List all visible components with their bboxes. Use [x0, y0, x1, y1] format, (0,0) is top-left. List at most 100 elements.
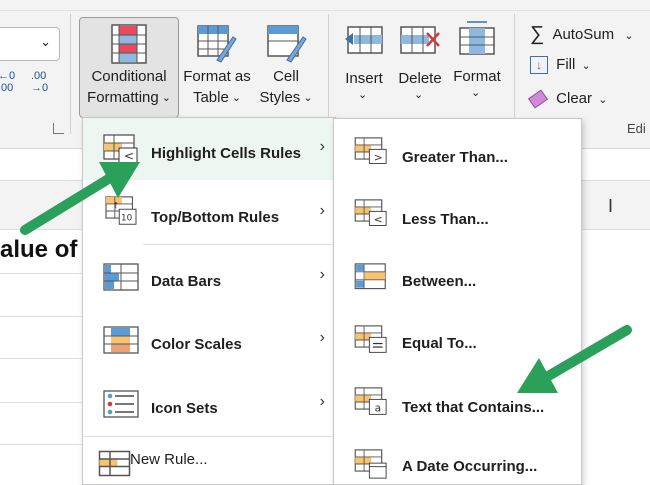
chevron-right-icon: › — [319, 266, 325, 283]
cs-label-line1: Cell — [273, 68, 299, 85]
increase-decimal-button[interactable]: .00 →0 — [31, 70, 57, 98]
svg-text:<: < — [374, 214, 383, 226]
annotation-arrow-left — [20, 162, 140, 235]
row-gridline — [0, 316, 90, 317]
autosum-button[interactable]: ∑ AutoSum ⌄ — [530, 22, 645, 46]
cf-label-line1: Conditional — [91, 68, 167, 85]
format-as-table-icon — [197, 25, 237, 63]
column-marker: I — [608, 196, 614, 216]
format-button[interactable]: Format ⌄ — [451, 20, 503, 106]
menu-item-new-rule[interactable]: New Rule... — [83, 438, 335, 482]
menu-item-label: Data Bars — [151, 273, 222, 290]
chevron-down-icon: ⌄ — [358, 89, 368, 101]
eraser-icon — [528, 89, 548, 109]
menu-item-label: Equal To... — [402, 335, 477, 352]
svg-text:>: > — [374, 152, 383, 164]
menu-item-label: Top/Bottom Rules — [151, 209, 280, 226]
menu-item-a-date-occurring[interactable]: A Date Occurring... — [334, 437, 581, 483]
chevron-down-icon: ⌄ — [471, 87, 481, 99]
menu-item-label: Color Scales — [151, 336, 242, 353]
chevron-right-icon: › — [319, 329, 325, 346]
equal-to-icon — [354, 325, 387, 353]
data-bars-icon — [103, 263, 139, 291]
ribbon-top-strip — [0, 0, 650, 11]
cf-label-text: Formatting — [87, 89, 159, 106]
conditional-formatting-button[interactable]: Conditional Formatting ⌄ — [79, 17, 179, 118]
menu-item-color-scales[interactable]: Color Scales › — [83, 310, 335, 370]
new-rule-icon — [98, 450, 131, 477]
delete-cells-icon — [400, 26, 440, 54]
autosum-label: AutoSum — [552, 26, 615, 43]
cell-styles-icon — [267, 25, 307, 63]
greater-than-icon: > — [354, 137, 387, 164]
clear-button[interactable]: Clear ⌄ — [528, 89, 620, 114]
icon-sets-icon — [103, 390, 139, 418]
date-occurring-icon — [354, 449, 387, 479]
insert-cells-icon — [345, 26, 383, 54]
fat-label-line1: Format as — [183, 68, 251, 85]
conditional-formatting-icon — [111, 24, 147, 64]
menu-item-greater-than[interactable]: > Greater Than... — [334, 127, 581, 187]
chevron-down-icon: ⌄ — [303, 92, 313, 104]
fill-down-icon: ↓ — [530, 56, 548, 75]
group-separator — [328, 14, 329, 134]
format-label: Format — [453, 68, 501, 85]
chevron-down-icon: ⌄ — [581, 60, 591, 72]
chevron-right-icon: › — [319, 393, 325, 410]
number-format-dropdown[interactable]: ⌄ — [0, 27, 60, 61]
fat-label-line2: Table ⌄ — [180, 87, 254, 110]
menu-item-less-than[interactable]: < Less Than... — [334, 189, 581, 249]
text-contains-icon: a — [354, 387, 387, 415]
menu-item-data-bars[interactable]: Data Bars › — [83, 246, 335, 306]
menu-item-label: Greater Than... — [402, 149, 508, 166]
chevron-down-icon: ⌄ — [598, 94, 608, 106]
menu-item-label: A Date Occurring... — [402, 458, 538, 475]
delete-button[interactable]: Delete ⌄ — [394, 20, 446, 106]
less-than-icon: < — [354, 199, 387, 226]
chevron-down-icon: ⌄ — [40, 34, 51, 49]
row-gridline — [0, 402, 90, 403]
dialog-launcher-icon[interactable] — [53, 123, 64, 134]
format-as-table-button[interactable]: Format as Table ⌄ — [180, 20, 254, 116]
chevron-down-icon: ⌄ — [414, 89, 424, 101]
menu-item-icon-sets[interactable]: Icon Sets › — [83, 374, 335, 434]
annotation-arrow-right — [517, 325, 632, 393]
decimal-text: .00 — [0, 82, 14, 94]
menu-item-between[interactable]: Between... — [334, 251, 581, 311]
fat-label-text: Table — [192, 89, 229, 106]
editing-group-label: Edi — [627, 121, 646, 136]
menu-divider — [143, 244, 333, 245]
menu-item-label: New Rule... — [130, 451, 208, 468]
chevron-down-icon: ⌄ — [624, 30, 634, 42]
color-scales-icon — [103, 326, 139, 354]
clear-label: Clear — [556, 90, 593, 107]
fill-button[interactable]: ↓ Fill ⌄ — [530, 56, 610, 80]
decimal-digit: 0 — [42, 82, 49, 94]
fill-label: Fill — [556, 56, 576, 73]
chevron-right-icon: › — [319, 138, 325, 155]
cs-label-line2: Styles ⌄ — [255, 87, 317, 110]
highlight-cells-rules-submenu: > Greater Than... < Less Than... Between… — [333, 118, 582, 485]
cf-label-line2: Formatting ⌄ — [80, 87, 178, 110]
delete-label: Delete — [398, 70, 442, 87]
row-gridline — [0, 444, 90, 445]
decrease-decimal-button[interactable]: ←0 .00 — [0, 70, 22, 98]
cs-label-text: Styles — [259, 89, 301, 106]
decimal-digit: 0 — [9, 70, 16, 82]
menu-item-label: Highlight Cells Rules — [151, 145, 302, 162]
decimal-text: .00 — [31, 70, 47, 82]
chevron-down-icon: ⌄ — [231, 92, 242, 104]
cell-styles-button[interactable]: Cell Styles ⌄ — [255, 20, 317, 116]
chevron-right-icon: › — [319, 202, 325, 219]
menu-item-label: Icon Sets — [151, 400, 218, 417]
menu-divider — [83, 436, 335, 437]
insert-button[interactable]: Insert ⌄ — [338, 20, 390, 106]
menu-item-label: Less Than... — [402, 211, 489, 228]
group-separator — [514, 14, 515, 134]
svg-text:a: a — [375, 403, 381, 415]
menu-item-label: Between... — [402, 273, 477, 290]
chevron-down-icon: ⌄ — [161, 92, 171, 104]
group-separator — [70, 14, 71, 134]
row-gridline — [0, 273, 90, 274]
between-icon — [354, 263, 386, 290]
